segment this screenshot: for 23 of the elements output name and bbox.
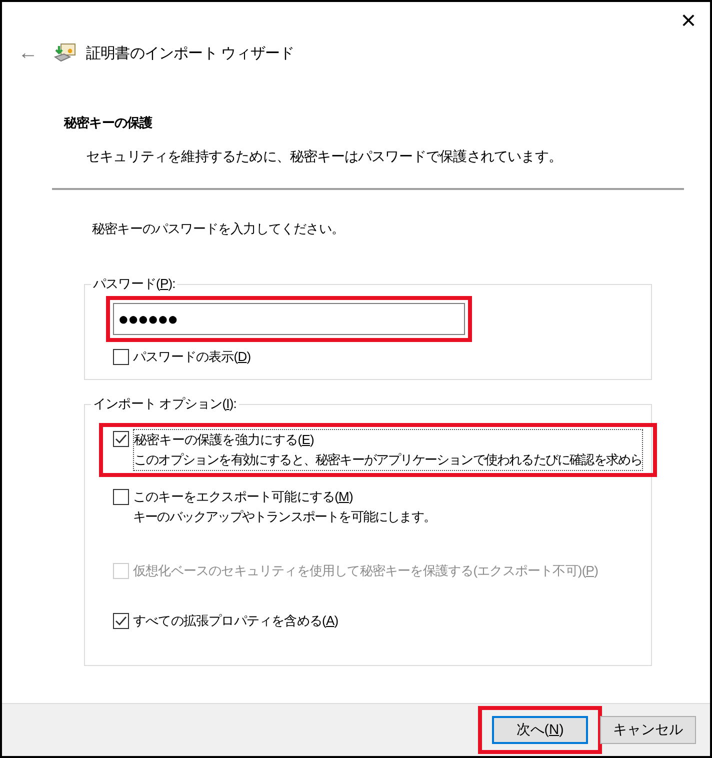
- option-description: キーのバックアップやトランスポートを可能にします。: [133, 508, 436, 526]
- instruction-text: 秘密キーのパスワードを入力してください。: [92, 220, 346, 238]
- checkbox-label: このキーをエクスポート可能にする(M): [133, 488, 354, 506]
- window-title: 証明書のインポート ウィザード: [86, 44, 294, 62]
- checkbox-label: 秘密キーの保護を強力にする(E): [134, 431, 315, 449]
- next-button[interactable]: 次へ(N): [492, 716, 588, 744]
- group-label: インポート オプション(I):: [91, 395, 239, 413]
- page-heading: 秘密キーの保護: [64, 114, 154, 132]
- group-label: パスワード(P):: [91, 275, 178, 293]
- cancel-button[interactable]: キャンセル: [600, 716, 696, 744]
- password-field[interactable]: ●●●●●●: [113, 303, 465, 335]
- checkbox[interactable]: [113, 613, 129, 629]
- checkbox[interactable]: [113, 431, 129, 447]
- checkbox-label: すべての拡張プロパティを含める(A): [133, 612, 338, 630]
- back-button[interactable]: ←: [12, 42, 44, 64]
- checkbox-label: パスワードの表示(D): [133, 348, 251, 366]
- option-description: このオプションを有効にすると、秘密キーがアプリケーションで使われるたびに確認を求めら: [134, 451, 642, 469]
- close-button[interactable]: ×: [680, 8, 696, 32]
- checkbox[interactable]: [113, 349, 129, 365]
- checkbox[interactable]: [113, 489, 129, 505]
- certificate-icon: [54, 43, 76, 63]
- page-description: セキュリティを維持するために、秘密キーはパスワードで保護されています。: [86, 148, 564, 166]
- checkbox-label: 仮想化ベースのセキュリティを使用して秘密キーを保護する(エクスポート不可)(P): [133, 562, 598, 580]
